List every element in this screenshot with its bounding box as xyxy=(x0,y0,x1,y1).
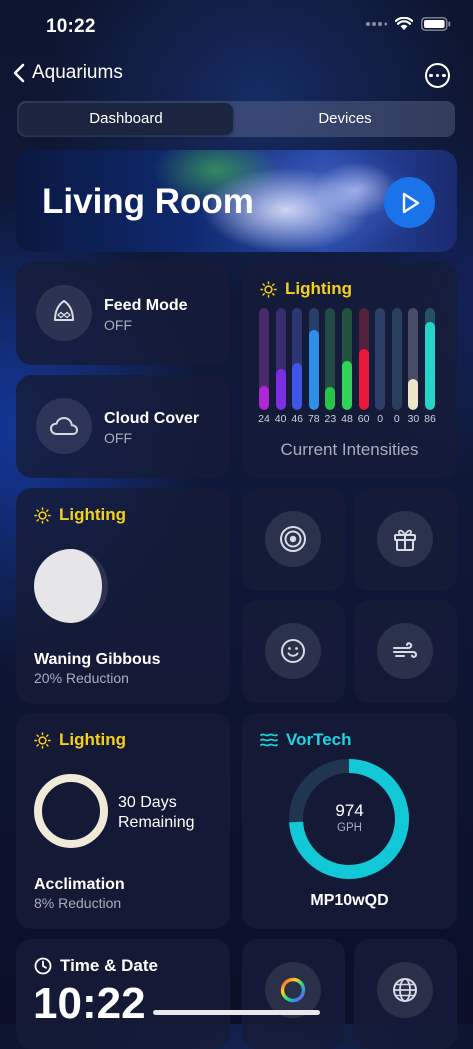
aquarium-title: Living Room xyxy=(42,182,254,221)
segmented-control: Dashboard Devices xyxy=(17,101,455,137)
clock-icon xyxy=(34,957,52,975)
big-clock: 10:22 xyxy=(33,979,146,1028)
days-remaining-line1: 30 Days xyxy=(118,794,177,811)
intensity-bar-fill xyxy=(408,379,419,410)
battery-icon xyxy=(421,17,451,31)
signal-icon xyxy=(366,22,387,26)
intensity-bar-fill xyxy=(342,361,352,410)
intensity-bar-fill xyxy=(358,348,369,410)
acclimation-ring xyxy=(34,774,108,848)
globe-tile[interactable] xyxy=(354,939,457,1049)
intensity-bar-fill xyxy=(308,330,319,410)
flow-unit: GPH xyxy=(337,822,362,834)
time-date-card[interactable]: Time & Date 10:22 xyxy=(16,939,230,1049)
cloud-cover-card[interactable]: Cloud Cover OFF xyxy=(16,375,230,478)
waves-icon xyxy=(260,733,278,747)
intensity-bar xyxy=(292,308,303,410)
intensity-bar xyxy=(358,308,369,410)
wind-tile[interactable] xyxy=(354,600,457,703)
wind-icon xyxy=(393,642,418,658)
intensity-bar xyxy=(342,308,352,410)
intensity-bar-fill xyxy=(259,385,269,410)
intensity-bar-fill xyxy=(275,369,286,410)
moon-phase-title: Waning Gibbous xyxy=(34,651,161,668)
intensity-bar xyxy=(308,308,319,410)
sun-icon xyxy=(260,280,277,298)
target-tile[interactable] xyxy=(242,488,345,591)
pump-model: MP10wQD xyxy=(310,892,389,909)
gift-icon xyxy=(394,529,416,551)
play-button[interactable] xyxy=(384,177,435,228)
feed-mode-status: OFF xyxy=(104,317,132,333)
intensity-bar-fill xyxy=(425,322,435,410)
feed-icon-circle xyxy=(36,285,92,341)
acclimation-heading-label: Lighting xyxy=(59,730,127,749)
tab-dashboard[interactable]: Dashboard xyxy=(19,103,233,135)
acclimation-subtitle: 8% Reduction xyxy=(34,895,122,911)
intensity-bar xyxy=(375,308,386,410)
cloud-cover-title: Cloud Cover xyxy=(104,410,200,427)
wifi-icon xyxy=(395,17,413,30)
chevron-left-icon xyxy=(13,63,25,83)
days-remaining-line2: Remaining xyxy=(118,814,195,831)
lighting-heading: Lighting xyxy=(260,279,352,299)
back-label: Aquariums xyxy=(32,62,123,83)
sun-icon xyxy=(34,731,51,749)
ellipsis-icon xyxy=(429,73,433,78)
cloud-icon-circle xyxy=(36,398,92,454)
cloud-cover-status: OFF xyxy=(104,430,132,446)
status-icons xyxy=(365,17,451,31)
intensities-caption: Current Intensities xyxy=(280,440,419,459)
intensity-bar xyxy=(325,308,336,410)
more-options-button[interactable] xyxy=(425,63,450,88)
intensity-bar xyxy=(275,308,286,410)
lighting-heading-label: Lighting xyxy=(285,279,353,298)
time-date-heading: Time & Date xyxy=(34,956,158,976)
home-indicator[interactable] xyxy=(153,1010,320,1015)
intensity-bar xyxy=(259,308,269,410)
target-icon xyxy=(280,526,306,552)
sun-icon xyxy=(34,506,51,524)
back-button[interactable]: Aquariums xyxy=(12,62,123,84)
intensity-label: 86 xyxy=(424,413,436,425)
moon-lighting-heading: Lighting xyxy=(34,505,126,525)
smiley-icon xyxy=(281,639,305,663)
flow-value: 974 xyxy=(335,801,364,820)
acclimation-heading: Lighting xyxy=(34,730,126,750)
status-time: 10:22 xyxy=(46,16,96,37)
vortech-heading-label: VorTech xyxy=(286,730,352,749)
gift-tile[interactable] xyxy=(354,488,457,591)
color-ring-icon xyxy=(280,977,306,1003)
aquarium-hero-card[interactable]: Living Room xyxy=(16,150,457,252)
intensity-bar-fill xyxy=(325,386,336,410)
moon-heading-label: Lighting xyxy=(59,505,127,524)
vortech-heading: VorTech xyxy=(260,730,352,750)
intensity-bar xyxy=(408,308,419,410)
shark-icon xyxy=(54,300,74,321)
tab-devices[interactable]: Devices xyxy=(237,103,453,135)
acclimation-title: Acclimation xyxy=(34,876,125,893)
intensity-bar xyxy=(425,308,435,410)
cloud-icon xyxy=(50,417,78,435)
intensity-bar xyxy=(391,308,402,410)
lighting-intensities-card[interactable]: Lighting 24 40 46 78 23 48 60 0 0 30 86 Current In… xyxy=(242,262,457,478)
moon-phase-subtitle: 20% Reduction xyxy=(34,670,129,686)
globe-icon xyxy=(393,978,417,1002)
intensity-bar-fill xyxy=(292,363,303,410)
vortech-card[interactable]: VorTech 974 GPH MP10wQD xyxy=(242,713,457,929)
color-tile[interactable] xyxy=(242,939,345,1049)
moon-phase-card[interactable]: Lighting Waning Gibbous 20% Reduction xyxy=(16,488,230,704)
feed-mode-title: Feed Mode xyxy=(104,297,188,314)
smiley-tile[interactable] xyxy=(242,600,345,703)
time-date-label: Time & Date xyxy=(60,956,158,975)
play-icon xyxy=(402,192,419,213)
moon-icon xyxy=(34,549,108,623)
acclimation-card[interactable]: Lighting 30 Days Remaining Acclimation 8… xyxy=(16,713,230,929)
feed-mode-card[interactable]: Feed Mode OFF xyxy=(16,262,230,365)
